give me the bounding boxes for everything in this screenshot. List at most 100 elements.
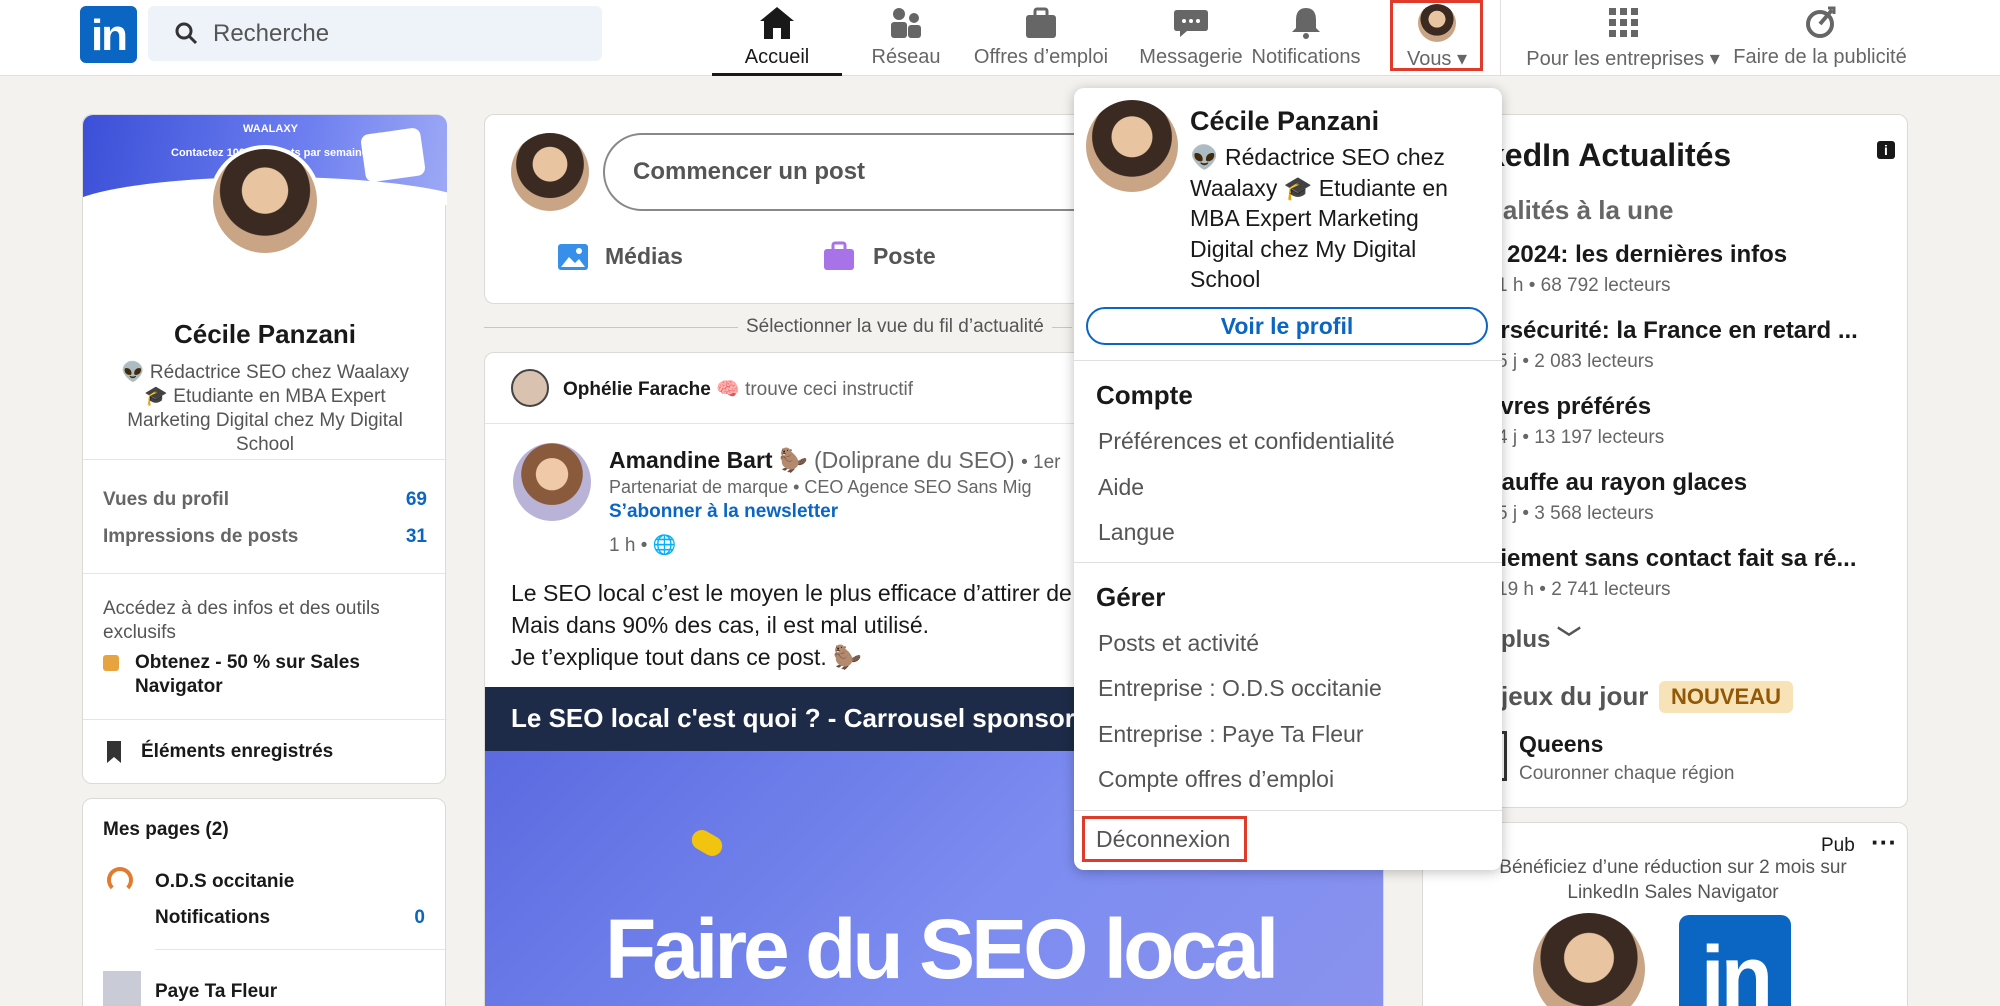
divider xyxy=(155,949,447,950)
stat-label: Impressions de posts xyxy=(103,526,299,547)
news-item-headline[interactable]: hauffe au rayon glaces xyxy=(1487,469,1747,497)
page-name-ods[interactable]: O.D.S occitanie xyxy=(155,871,294,893)
account-section-title: Compte xyxy=(1096,380,1193,410)
profile-card: WAALAXY Contactez 100 prospects par sema… xyxy=(82,114,447,784)
bell-icon xyxy=(1292,8,1320,39)
messaging-icon xyxy=(1174,10,1208,37)
chevron-down-icon: ﹀ xyxy=(1557,626,1582,653)
ad-text: Bénéficiez d’une réduction sur 2 mois su… xyxy=(1499,857,1847,903)
feed-sort-button[interactable]: Sélectionner la vue du fil d’actualité xyxy=(738,316,1052,338)
premium-offer-link[interactable]: Obtenez - 50 % sur Sales Navigator xyxy=(135,651,425,699)
more-options-icon[interactable]: ··· xyxy=(1871,827,1897,858)
menu-item-posts-activity[interactable]: Posts et activité xyxy=(1098,630,1259,657)
menu-item-company-ods[interactable]: Entreprise : O.D.S occitanie xyxy=(1098,675,1382,702)
me-dropdown-menu: Cécile Panzani 👽 Rédactrice SEO chez Waa… xyxy=(1074,88,1502,870)
news-item-headline[interactable]: livres préférés xyxy=(1487,393,1651,421)
news-title: kedIn Actualités xyxy=(1487,137,1732,173)
nav-network[interactable]: Réseau xyxy=(856,0,956,76)
page-notifications-count: 0 xyxy=(414,907,425,928)
divider xyxy=(1074,562,1502,563)
reactor-avatar xyxy=(511,369,549,407)
divider xyxy=(83,719,447,720)
news-item-meta: 5 j • 2 083 lecteurs xyxy=(1497,351,1654,372)
search-input[interactable] xyxy=(213,6,593,61)
media-button[interactable]: Médias xyxy=(605,243,683,270)
profile-name[interactable]: Cécile Panzani xyxy=(83,319,447,350)
ods-logo-icon xyxy=(107,867,133,893)
stat-profile-views[interactable]: Vues du profil 69 xyxy=(103,489,427,511)
post-line: Mais dans 90% des cas, il est mal utilis… xyxy=(511,612,930,638)
nav-messaging-label: Messagerie xyxy=(1139,46,1243,68)
carousel-image-text: Faire du SEO local xyxy=(605,902,1279,996)
nav-jobs-label: Offres d’emploi xyxy=(973,46,1109,68)
stat-value: 31 xyxy=(405,526,427,547)
game-desc: Couronner chaque région xyxy=(1519,763,1735,784)
menu-item-preferences[interactable]: Préférences et confidentialité xyxy=(1098,428,1395,455)
premium-icon xyxy=(103,655,119,671)
news-item-headline[interactable]: s 2024: les dernières infos xyxy=(1487,241,1787,269)
profile-avatar[interactable] xyxy=(209,145,321,257)
reaction-icon: 🧠 xyxy=(716,379,740,400)
nav-notifications[interactable]: Notifications xyxy=(1246,0,1366,76)
nav-jobs[interactable]: Offres d’emploi xyxy=(966,0,1116,76)
menu-item-help[interactable]: Aide xyxy=(1098,474,1144,501)
linkedin-logo-icon[interactable]: in xyxy=(80,6,137,63)
saved-items-link[interactable]: Éléments enregistrés xyxy=(141,741,333,763)
premium-pitch: Accédez à des infos et des outils exclus… xyxy=(103,598,380,643)
advertise-icon xyxy=(1806,6,1836,38)
nav-separator xyxy=(1500,0,1501,76)
newsletter-link[interactable]: S’abonner à la newsletter xyxy=(609,501,838,523)
logout-highlight xyxy=(1082,816,1247,862)
divider xyxy=(83,459,447,460)
news-item-headline[interactable]: aiement sans contact fait sa ré... xyxy=(1487,545,1856,573)
news-item-meta: 19 h • 2 741 lecteurs xyxy=(1497,579,1671,600)
page-name-paye-ta-fleur[interactable]: Paye Ta Fleur xyxy=(155,981,277,1003)
author-avatar[interactable] xyxy=(513,443,591,521)
nav-business[interactable]: Pour les entreprises ▾ xyxy=(1518,0,1728,76)
author-subtitle: Partenariat de marque • CEO Agence SEO S… xyxy=(609,477,1032,497)
menu-item-company-paye-ta-fleur[interactable]: Entreprise : Paye Ta Fleur xyxy=(1098,721,1363,748)
post-time: 1 h • xyxy=(609,535,648,556)
stat-value: 69 xyxy=(405,489,427,510)
menu-item-language[interactable]: Langue xyxy=(1098,519,1175,546)
nav-messaging[interactable]: Messagerie xyxy=(1126,0,1256,76)
divider xyxy=(1074,810,1502,811)
chevron-down-icon: ▾ xyxy=(1709,48,1720,70)
pill-icon xyxy=(688,826,726,860)
search-bar[interactable] xyxy=(148,6,602,61)
reactor-name[interactable]: Ophélie Farache xyxy=(563,379,711,400)
game-name[interactable]: Queens xyxy=(1519,731,1603,758)
show-more-label: plus xyxy=(1501,626,1551,653)
nav-advertise[interactable]: Faire de la publicité xyxy=(1728,0,1912,76)
nav-home-label: Accueil xyxy=(744,46,810,68)
nav-advertise-label: Faire de la publicité xyxy=(1733,46,1907,68)
network-icon xyxy=(891,8,921,38)
paye-ta-fleur-logo xyxy=(103,971,141,1006)
new-badge: NOUVEAU xyxy=(1659,681,1794,713)
author-name[interactable]: Amandine Bart xyxy=(609,447,773,473)
stat-post-impressions[interactable]: Impressions de posts 31 xyxy=(103,526,427,548)
show-more-button[interactable]: plus ﹀ xyxy=(1501,619,1581,654)
post-line: Le SEO local c’est le moyen le plus effi… xyxy=(511,580,1072,606)
job-icon xyxy=(824,241,854,270)
cover-card-graphic xyxy=(359,127,427,183)
nav-home[interactable]: Accueil xyxy=(712,0,842,76)
pages-card: Mes pages (2) O.D.S occitanie Notificati… xyxy=(82,798,447,1006)
menu-item-job-account[interactable]: Compte offres d’emploi xyxy=(1098,766,1334,793)
dropdown-avatar[interactable] xyxy=(1086,100,1178,192)
view-profile-button[interactable]: Voir le profil xyxy=(1086,307,1488,345)
profile-headline: 👽 Rédactrice SEO chez Waalaxy 🎓 Etudiant… xyxy=(121,362,409,455)
nav-business-label: Pour les entreprises xyxy=(1526,48,1705,70)
grid-icon xyxy=(1609,8,1638,37)
dropdown-name[interactable]: Cécile Panzani xyxy=(1190,106,1379,137)
reaction-text: trouve ceci instructif xyxy=(745,379,913,400)
carousel-title: Le SEO local c'est quoi ? - Carrousel sp… xyxy=(511,703,1097,733)
news-item-headline[interactable]: ersécurité: la France en retard ... xyxy=(1487,317,1858,345)
ad-avatar xyxy=(1533,913,1645,1006)
page-notifications-label[interactable]: Notifications xyxy=(155,907,270,929)
composer-avatar xyxy=(511,133,589,211)
divider xyxy=(83,573,447,574)
info-icon[interactable]: i xyxy=(1877,141,1895,159)
job-button[interactable]: Poste xyxy=(873,243,936,270)
stat-label: Vues du profil xyxy=(103,489,229,510)
